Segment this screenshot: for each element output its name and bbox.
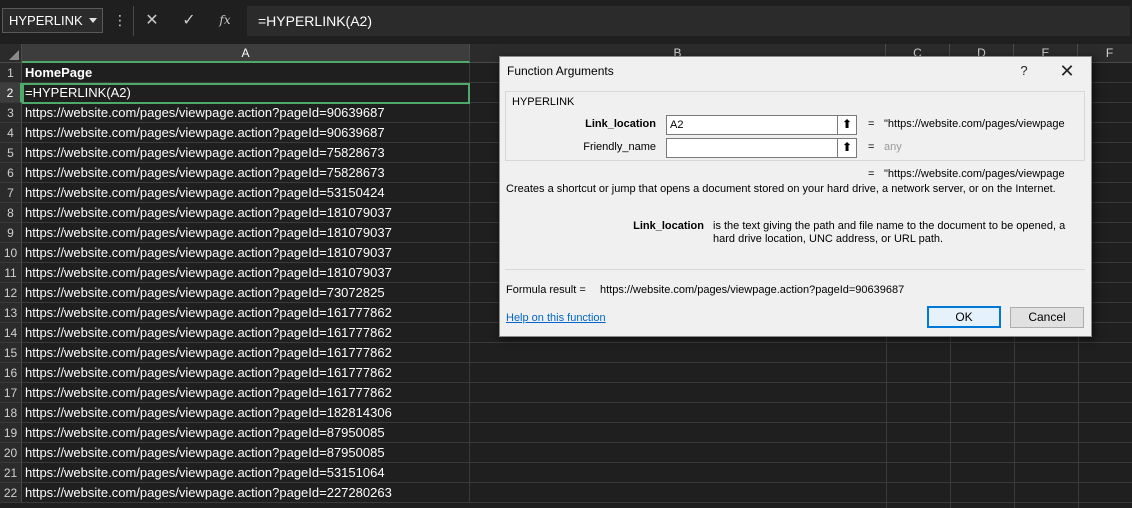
row-header[interactable]: 16 [0, 363, 22, 383]
cell-a[interactable]: https://website.com/pages/viewpage.actio… [22, 443, 470, 463]
row-header[interactable]: 9 [0, 223, 22, 243]
divider [133, 6, 134, 36]
cell-a[interactable]: https://website.com/pages/viewpage.actio… [22, 143, 470, 163]
cell-a[interactable]: https://website.com/pages/viewpage.actio… [22, 203, 470, 223]
cell-a[interactable]: https://website.com/pages/viewpage.actio… [22, 243, 470, 263]
row-header[interactable]: 3 [0, 103, 22, 123]
function-description: Creates a shortcut or jump that opens a … [506, 183, 1056, 195]
formula-result-label: Formula result = [506, 284, 586, 296]
link-location-label: Link_location [585, 118, 656, 130]
link-location-input[interactable]: A2 [666, 115, 838, 135]
cell-a[interactable]: https://website.com/pages/viewpage.actio… [22, 163, 470, 183]
row-header[interactable]: 7 [0, 183, 22, 203]
cell-a[interactable]: https://website.com/pages/viewpage.actio… [22, 483, 470, 503]
more-options-icon[interactable]: ⋮ [113, 10, 127, 30]
cell-a[interactable]: HomePage [22, 63, 470, 83]
row-header[interactable]: 18 [0, 403, 22, 423]
row-header[interactable]: 4 [0, 123, 22, 143]
column-header-a[interactable]: A [22, 44, 470, 63]
cell-a[interactable]: https://website.com/pages/viewpage.actio… [22, 463, 470, 483]
cell-a[interactable]: https://website.com/pages/viewpage.actio… [22, 283, 470, 303]
collapse-dialog-icon[interactable]: ⬆ [837, 138, 857, 158]
row-header[interactable]: 13 [0, 303, 22, 323]
cell-a[interactable]: https://website.com/pages/viewpage.actio… [22, 103, 470, 123]
row-header[interactable]: 19 [0, 423, 22, 443]
link-location-result: "https://website.com/pages/viewpage [884, 118, 1065, 130]
gridline [470, 482, 1132, 483]
formula-result-value: https://website.com/pages/viewpage.actio… [600, 284, 905, 296]
insert-function-icon[interactable]: fx [213, 8, 237, 33]
cell-a[interactable]: https://website.com/pages/viewpage.actio… [22, 223, 470, 243]
active-cell-border [22, 83, 470, 104]
row-header[interactable]: 20 [0, 443, 22, 463]
cell-a[interactable]: https://website.com/pages/viewpage.actio… [22, 263, 470, 283]
help-icon[interactable]: ? [1017, 61, 1031, 81]
row-header[interactable]: 11 [0, 263, 22, 283]
link-location-equals: = [868, 118, 875, 130]
gridline [470, 362, 1132, 363]
name-box-value: HYPERLINK [9, 13, 83, 28]
function-result-preview: "https://website.com/pages/viewpage [884, 168, 1065, 180]
cell-a[interactable]: https://website.com/pages/viewpage.actio… [22, 363, 470, 383]
gridline [470, 442, 1132, 443]
enter-icon[interactable]: ✓ [177, 8, 201, 33]
friendly-name-input[interactable] [666, 138, 838, 158]
gridline [470, 342, 1132, 343]
cancel-button[interactable]: Cancel [1010, 307, 1084, 328]
chevron-down-icon[interactable] [89, 18, 97, 23]
help-link[interactable]: Help on this function [506, 312, 606, 324]
cell-a[interactable]: https://website.com/pages/viewpage.actio… [22, 323, 470, 343]
ok-button[interactable]: OK [927, 306, 1001, 328]
row-header[interactable]: 5 [0, 143, 22, 163]
row-header[interactable]: 6 [0, 163, 22, 183]
collapse-dialog-icon[interactable]: ⬆ [837, 115, 857, 135]
row-header[interactable]: 8 [0, 203, 22, 223]
argument-help-name: Link_location [633, 220, 704, 232]
row-header[interactable]: 17 [0, 383, 22, 403]
row-header[interactable]: 10 [0, 243, 22, 263]
cell-a[interactable]: https://website.com/pages/viewpage.actio… [22, 303, 470, 323]
gridline [470, 502, 1132, 503]
function-result-equals: = [868, 168, 875, 180]
function-name: HYPERLINK [512, 96, 575, 108]
cell-a[interactable]: https://website.com/pages/viewpage.actio… [22, 183, 470, 203]
function-arguments-dialog: Function Arguments ? ✕ HYPERLINK Link_lo… [499, 56, 1092, 337]
cancel-icon[interactable]: ✕ [140, 8, 164, 33]
cell-a[interactable]: https://website.com/pages/viewpage.actio… [22, 423, 470, 443]
row-header[interactable]: 1 [0, 63, 22, 83]
cell-a[interactable]: https://website.com/pages/viewpage.actio… [22, 383, 470, 403]
friendly-name-result: any [884, 141, 902, 153]
close-icon[interactable]: ✕ [1055, 59, 1079, 83]
row-header[interactable]: 2 [0, 83, 22, 103]
formula-bar: HYPERLINK ⋮ ✕ ✓ fx =HYPERLINK(A2) [0, 0, 1132, 42]
row-header[interactable]: 14 [0, 323, 22, 343]
row-header[interactable]: 12 [0, 283, 22, 303]
gridline [470, 382, 1132, 383]
cell-a[interactable]: https://website.com/pages/viewpage.actio… [22, 343, 470, 363]
divider [505, 269, 1085, 270]
gridline [470, 422, 1132, 423]
cell-a[interactable]: https://website.com/pages/viewpage.actio… [22, 123, 470, 143]
arguments-group: HYPERLINK Link_location A2 ⬆ = "https://… [505, 91, 1085, 161]
gridline [470, 462, 1132, 463]
row-header[interactable]: 22 [0, 483, 22, 503]
row-header[interactable]: 15 [0, 343, 22, 363]
friendly-name-equals: = [868, 141, 875, 153]
formula-input[interactable]: =HYPERLINK(A2) [247, 6, 1130, 36]
friendly-name-label: Friendly_name [583, 141, 656, 153]
dialog-title: Function Arguments [507, 64, 614, 78]
name-box[interactable]: HYPERLINK [2, 8, 103, 33]
argument-help-text: is the text giving the path and file nam… [713, 220, 1066, 245]
row-header[interactable]: 21 [0, 463, 22, 483]
cell-a[interactable]: https://website.com/pages/viewpage.actio… [22, 403, 470, 423]
gridline [470, 402, 1132, 403]
select-all-icon [9, 50, 19, 60]
select-all-corner[interactable] [0, 44, 22, 63]
